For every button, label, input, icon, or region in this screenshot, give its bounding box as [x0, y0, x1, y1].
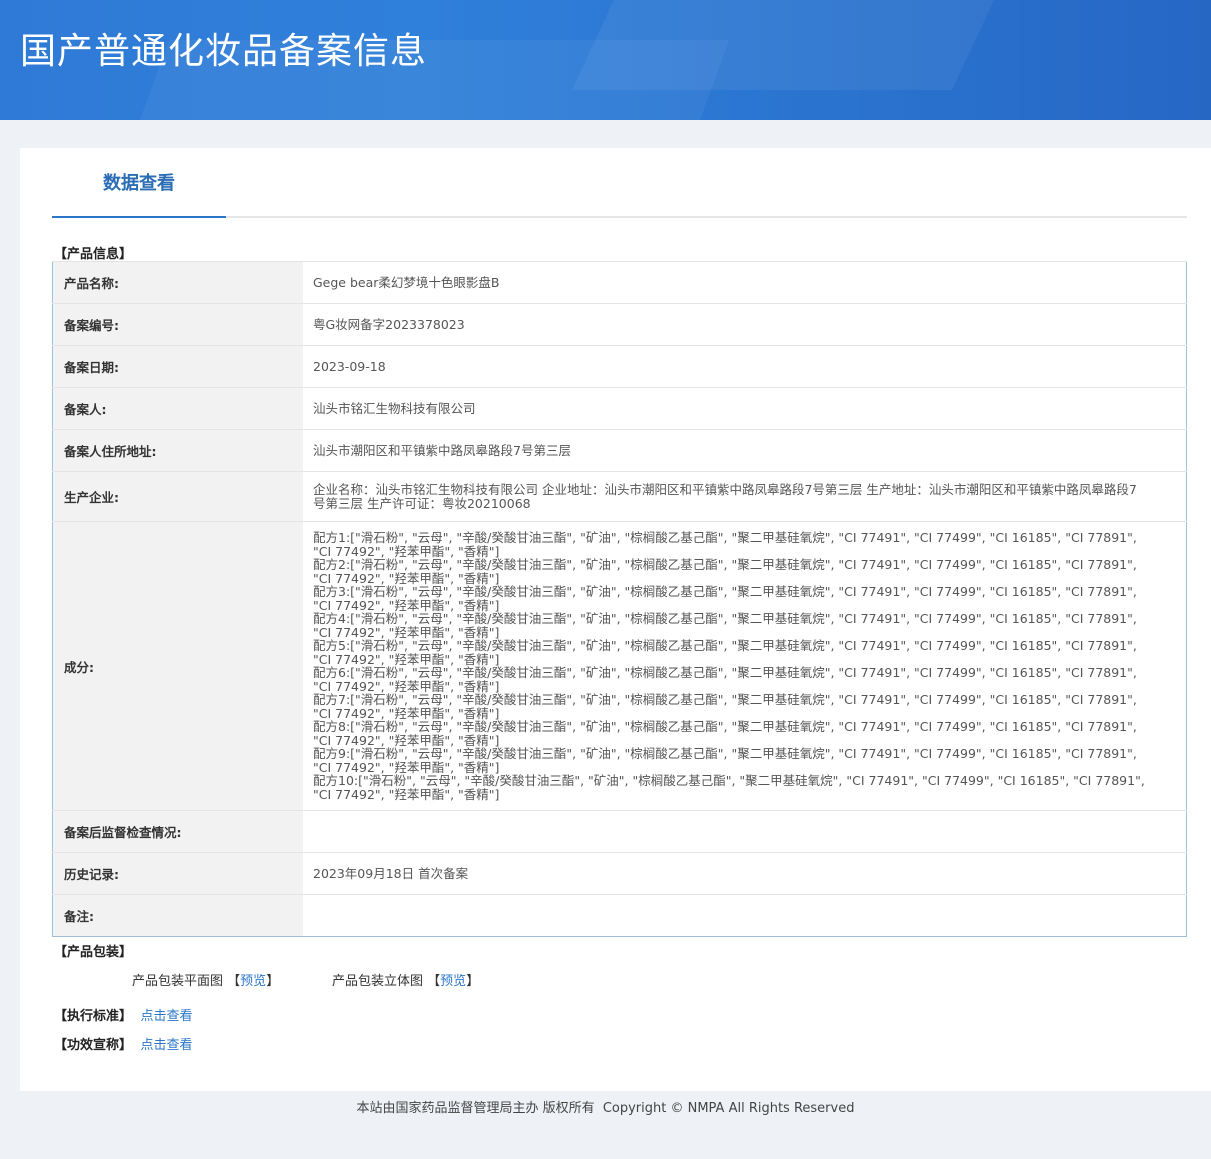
ingredients-label: 成分:: [52, 521, 303, 811]
packaging-flat-label: 产品包装平面图: [132, 974, 224, 989]
table-row: 成分: 配方1:["滑石粉", "云母", "辛酸/癸酸甘油三酯", "矿油",…: [52, 521, 1187, 811]
formula-line: 配方7:["滑石粉", "云母", "辛酸/癸酸甘油三酯", "矿油", "棕榈…: [313, 692, 1137, 721]
history-value: 2023年09月18日 首次备案: [303, 852, 1187, 895]
product-name-label: 产品名称:: [52, 261, 303, 304]
address-label: 备案人住所地址:: [52, 429, 303, 472]
packaging-solid-label: 产品包装立体图: [332, 974, 424, 989]
post-check-value: [303, 810, 1187, 853]
product-info-title: 【产品信息】: [54, 247, 133, 262]
manufacturer-value: 企业名称：汕头市铭汇生物科技有限公司 企业地址：汕头市潮阳区和平镇紫中路凤皋路段…: [303, 471, 1187, 522]
page-footer: 本站由国家药品监督管理局主办 版权所有 Copyright © NMPA All…: [0, 1097, 1211, 1116]
table-row: 备案日期: 2023-09-18: [52, 345, 1187, 388]
footer-org: 本站由国家药品监督管理局主办 版权所有: [356, 1101, 595, 1116]
record-date-value: 2023-09-18: [303, 345, 1187, 388]
standard-view-link[interactable]: 点击查看: [141, 1009, 193, 1024]
formula-line: 配方5:["滑石粉", "云母", "辛酸/癸酸甘油三酯", "矿油", "棕榈…: [313, 638, 1137, 667]
record-no-value: 粤G妆网备字2023378023: [303, 303, 1187, 346]
header-decoration: [572, 0, 1008, 90]
table-row: 生产企业: 企业名称：汕头市铭汇生物科技有限公司 企业地址：汕头市潮阳区和平镇紫…: [52, 471, 1187, 522]
page-title: 国产普通化妆品备案信息: [20, 31, 428, 72]
table-row: 备案人: 汕头市铭汇生物科技有限公司: [52, 387, 1187, 430]
product-name-value: Gege bear柔幻梦境十色眼影盘B: [303, 261, 1187, 304]
formula-line: 配方4:["滑石粉", "云母", "辛酸/癸酸甘油三酯", "矿油", "棕榈…: [313, 611, 1137, 640]
remarks-label: 备注:: [52, 894, 303, 937]
registrant-label: 备案人:: [52, 387, 303, 430]
packaging-solid-preview-link[interactable]: 预览: [440, 974, 466, 989]
footer-copyright: Copyright © NMPA All Rights Reserved: [602, 1101, 855, 1116]
formula-line: 配方2:["滑石粉", "云母", "辛酸/癸酸甘油三酯", "矿油", "棕榈…: [313, 557, 1137, 586]
tab-bar: 数据查看: [52, 148, 1187, 218]
table-row: 备案后监督检查情况:: [52, 810, 1187, 853]
manufacturer-label: 生产企业:: [52, 471, 303, 522]
registrant-value: 汕头市铭汇生物科技有限公司: [303, 387, 1187, 430]
formula-line: 配方9:["滑石粉", "云母", "辛酸/癸酸甘油三酯", "矿油", "棕榈…: [313, 746, 1137, 775]
efficacy-title: 【功效宣称】: [54, 1038, 133, 1053]
post-check-label: 备案后监督检查情况:: [52, 810, 303, 853]
formula-line: 配方1:["滑石粉", "云母", "辛酸/癸酸甘油三酯", "矿油", "棕榈…: [313, 530, 1137, 559]
table-row: 备案编号: 粤G妆网备字2023378023: [52, 303, 1187, 346]
formula-line: 配方3:["滑石粉", "云母", "辛酸/癸酸甘油三酯", "矿油", "棕榈…: [313, 584, 1137, 613]
content-card: 数据查看 【产品信息】 产品名称: Gege bear柔幻梦境十色眼影盘B 备案…: [20, 148, 1211, 1091]
efficacy-row: 【功效宣称】 点击查看: [54, 1034, 193, 1053]
table-row: 备案人住所地址: 汕头市潮阳区和平镇紫中路凤皋路段7号第三层: [52, 429, 1187, 472]
ingredients-value: 配方1:["滑石粉", "云母", "辛酸/癸酸甘油三酯", "矿油", "棕榈…: [303, 521, 1187, 811]
packaging-flat-preview-link[interactable]: 预览: [240, 974, 266, 989]
tab-data-view[interactable]: 数据查看: [52, 148, 226, 218]
table-row: 备注:: [52, 894, 1187, 937]
standard-row: 【执行标准】 点击查看: [54, 1005, 193, 1024]
packaging-flat: 产品包装平面图 【预览】: [132, 974, 280, 989]
formula-line: 配方6:["滑石粉", "云母", "辛酸/癸酸甘油三酯", "矿油", "棕榈…: [313, 665, 1137, 694]
product-info-table: 产品名称: Gege bear柔幻梦境十色眼影盘B 备案编号: 粤G妆网备字20…: [52, 261, 1187, 937]
page-header: 国产普通化妆品备案信息: [0, 0, 1211, 120]
packaging-title: 【产品包装】: [54, 945, 133, 960]
remarks-value: [303, 894, 1187, 937]
history-label: 历史记录:: [52, 852, 303, 895]
formula-line: 配方8:["滑石粉", "云母", "辛酸/癸酸甘油三酯", "矿油", "棕榈…: [313, 719, 1137, 748]
formula-line: 配方10:["滑石粉", "云母", "辛酸/癸酸甘油三酯", "矿油", "棕…: [313, 773, 1145, 802]
standard-title: 【执行标准】: [54, 1009, 133, 1024]
table-row: 产品名称: Gege bear柔幻梦境十色眼影盘B: [52, 261, 1187, 304]
record-date-label: 备案日期:: [52, 345, 303, 388]
packaging-solid: 产品包装立体图 【预览】: [332, 974, 480, 989]
address-value: 汕头市潮阳区和平镇紫中路凤皋路段7号第三层: [303, 429, 1187, 472]
record-no-label: 备案编号:: [52, 303, 303, 346]
table-row: 历史记录: 2023年09月18日 首次备案: [52, 852, 1187, 895]
efficacy-view-link[interactable]: 点击查看: [141, 1038, 193, 1053]
